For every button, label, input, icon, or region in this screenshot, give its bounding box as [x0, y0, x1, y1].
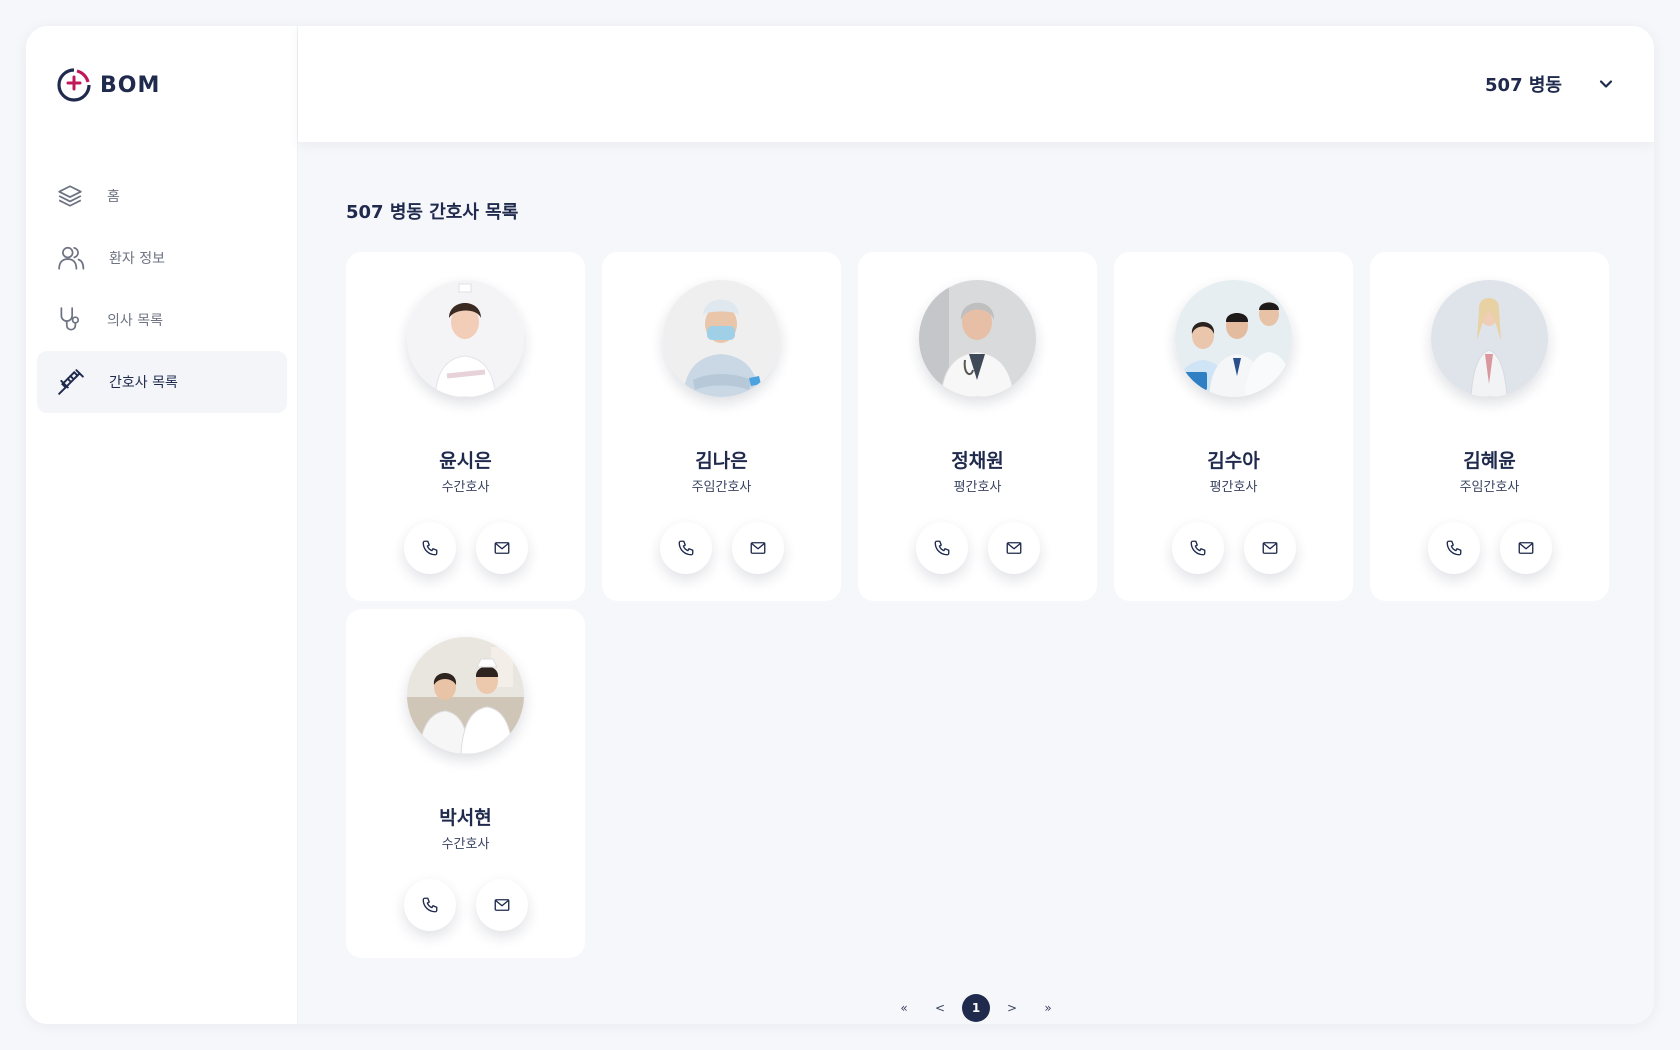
layers-icon — [58, 185, 82, 207]
mail-icon — [494, 899, 509, 911]
nurse-role: 주임간호사 — [1459, 480, 1520, 495]
phone-icon — [422, 897, 437, 913]
email-button[interactable] — [1499, 522, 1552, 574]
sidebar-item-label: 의사 목록 — [107, 313, 163, 329]
brand-name: BOM — [100, 72, 161, 98]
next-page-button[interactable]: > — [994, 994, 1030, 1022]
ward-label: 507 병동 — [1485, 75, 1562, 96]
last-page-button[interactable]: » — [1030, 994, 1066, 1022]
mail-icon — [1518, 542, 1533, 554]
chevron-down-icon — [1599, 80, 1613, 88]
nurse-name: 정채원 — [951, 450, 1004, 472]
top-bar: 507 병동 — [298, 26, 1654, 142]
sidebar-item-home[interactable]: 홈 — [37, 165, 287, 227]
nurse-role: 평간호사 — [1209, 480, 1258, 495]
main-content: 507 병동 간호사 목록 윤시은 수간호사 김나은 주임간호사 정채원 평간호… — [298, 142, 1654, 1024]
email-button[interactable] — [475, 522, 528, 574]
nurse-name: 윤시은 — [439, 450, 492, 472]
nurse-role: 평간호사 — [953, 480, 1002, 495]
sidebar-item-doctors[interactable]: 의사 목록 — [37, 289, 287, 351]
email-button[interactable] — [1243, 522, 1296, 574]
sidebar-nav: 홈 환자 정보 의사 목록 간호사 목록 — [37, 165, 287, 413]
brand-logo[interactable]: BOM — [56, 66, 160, 104]
app-window: BOM 홈 환자 정보 의사 목록 간호사 목록 507 병동 507 병동 간… — [26, 26, 1654, 1024]
call-button[interactable] — [1427, 522, 1480, 574]
page-title: 507 병동 간호사 목록 — [346, 202, 519, 223]
sidebar-item-label: 홈 — [107, 189, 120, 205]
call-button[interactable] — [1171, 522, 1224, 574]
nurse-role: 수간호사 — [441, 480, 490, 495]
nurse-card: 김수아 평간호사 — [1114, 252, 1353, 601]
contact-actions — [858, 522, 1097, 574]
stethoscope-icon — [60, 307, 80, 331]
contact-actions — [346, 522, 585, 574]
contact-actions — [602, 522, 841, 574]
current-page-number: 1 — [962, 994, 990, 1022]
email-button[interactable] — [475, 879, 528, 931]
syringe-icon — [58, 369, 84, 395]
avatar — [407, 637, 524, 754]
avatar — [407, 280, 524, 397]
nurse-role: 수간호사 — [441, 837, 490, 852]
prev-page-button[interactable]: < — [922, 994, 958, 1022]
phone-icon — [422, 540, 437, 556]
phone-icon — [678, 540, 693, 556]
sidebar-item-nurses[interactable]: 간호사 목록 — [37, 351, 287, 413]
nurse-photo — [663, 280, 780, 397]
nurse-card: 김나은 주임간호사 — [602, 252, 841, 601]
nurse-photo — [1431, 280, 1548, 397]
nurse-card-grid: 윤시은 수간호사 김나은 주임간호사 정채원 평간호사 김수아 평간호사 김혜윤… — [346, 252, 1609, 958]
contact-actions — [1370, 522, 1609, 574]
nurse-name: 김혜윤 — [1463, 450, 1516, 472]
phone-icon — [1446, 540, 1461, 556]
nurse-name: 김수아 — [1207, 450, 1260, 472]
ward-selector[interactable]: 507 병동 — [1485, 66, 1614, 102]
avatar — [1175, 280, 1292, 397]
nurse-role: 주임간호사 — [691, 480, 752, 495]
call-button[interactable] — [915, 522, 968, 574]
nurse-card: 김혜윤 주임간호사 — [1370, 252, 1609, 601]
avatar — [919, 280, 1036, 397]
call-button[interactable] — [659, 522, 712, 574]
email-button[interactable] — [987, 522, 1040, 574]
nurse-card: 정채원 평간호사 — [858, 252, 1097, 601]
mail-icon — [750, 542, 765, 554]
sidebar-item-label: 환자 정보 — [109, 251, 165, 267]
email-button[interactable] — [731, 522, 784, 574]
call-button[interactable] — [403, 879, 456, 931]
avatar — [1431, 280, 1548, 397]
phone-icon — [1190, 540, 1205, 556]
nurse-photo — [1175, 280, 1292, 397]
contact-actions — [1114, 522, 1353, 574]
sidebar-item-label: 간호사 목록 — [109, 375, 178, 391]
mail-icon — [1262, 542, 1277, 554]
call-button[interactable] — [403, 522, 456, 574]
contact-actions — [346, 879, 585, 931]
pagination: « < 1 > » — [298, 994, 1654, 1022]
nurse-photo — [407, 637, 524, 754]
mail-icon — [1006, 542, 1021, 554]
nurse-name: 박서현 — [439, 807, 492, 829]
sidebar-item-patients[interactable]: 환자 정보 — [37, 227, 287, 289]
sidebar: BOM 홈 환자 정보 의사 목록 간호사 목록 — [26, 26, 298, 1024]
mail-icon — [494, 542, 509, 554]
phone-icon — [934, 540, 949, 556]
nurse-name: 김나은 — [695, 450, 748, 472]
first-page-button[interactable]: « — [886, 994, 922, 1022]
users-icon — [58, 246, 85, 270]
nurse-photo — [407, 280, 524, 397]
nurse-photo — [919, 280, 1036, 397]
avatar — [663, 280, 780, 397]
current-page-button[interactable]: 1 — [958, 994, 994, 1022]
nurse-card: 박서현 수간호사 — [346, 609, 585, 958]
nurse-card: 윤시은 수간호사 — [346, 252, 585, 601]
logo-mark-icon — [57, 68, 91, 102]
